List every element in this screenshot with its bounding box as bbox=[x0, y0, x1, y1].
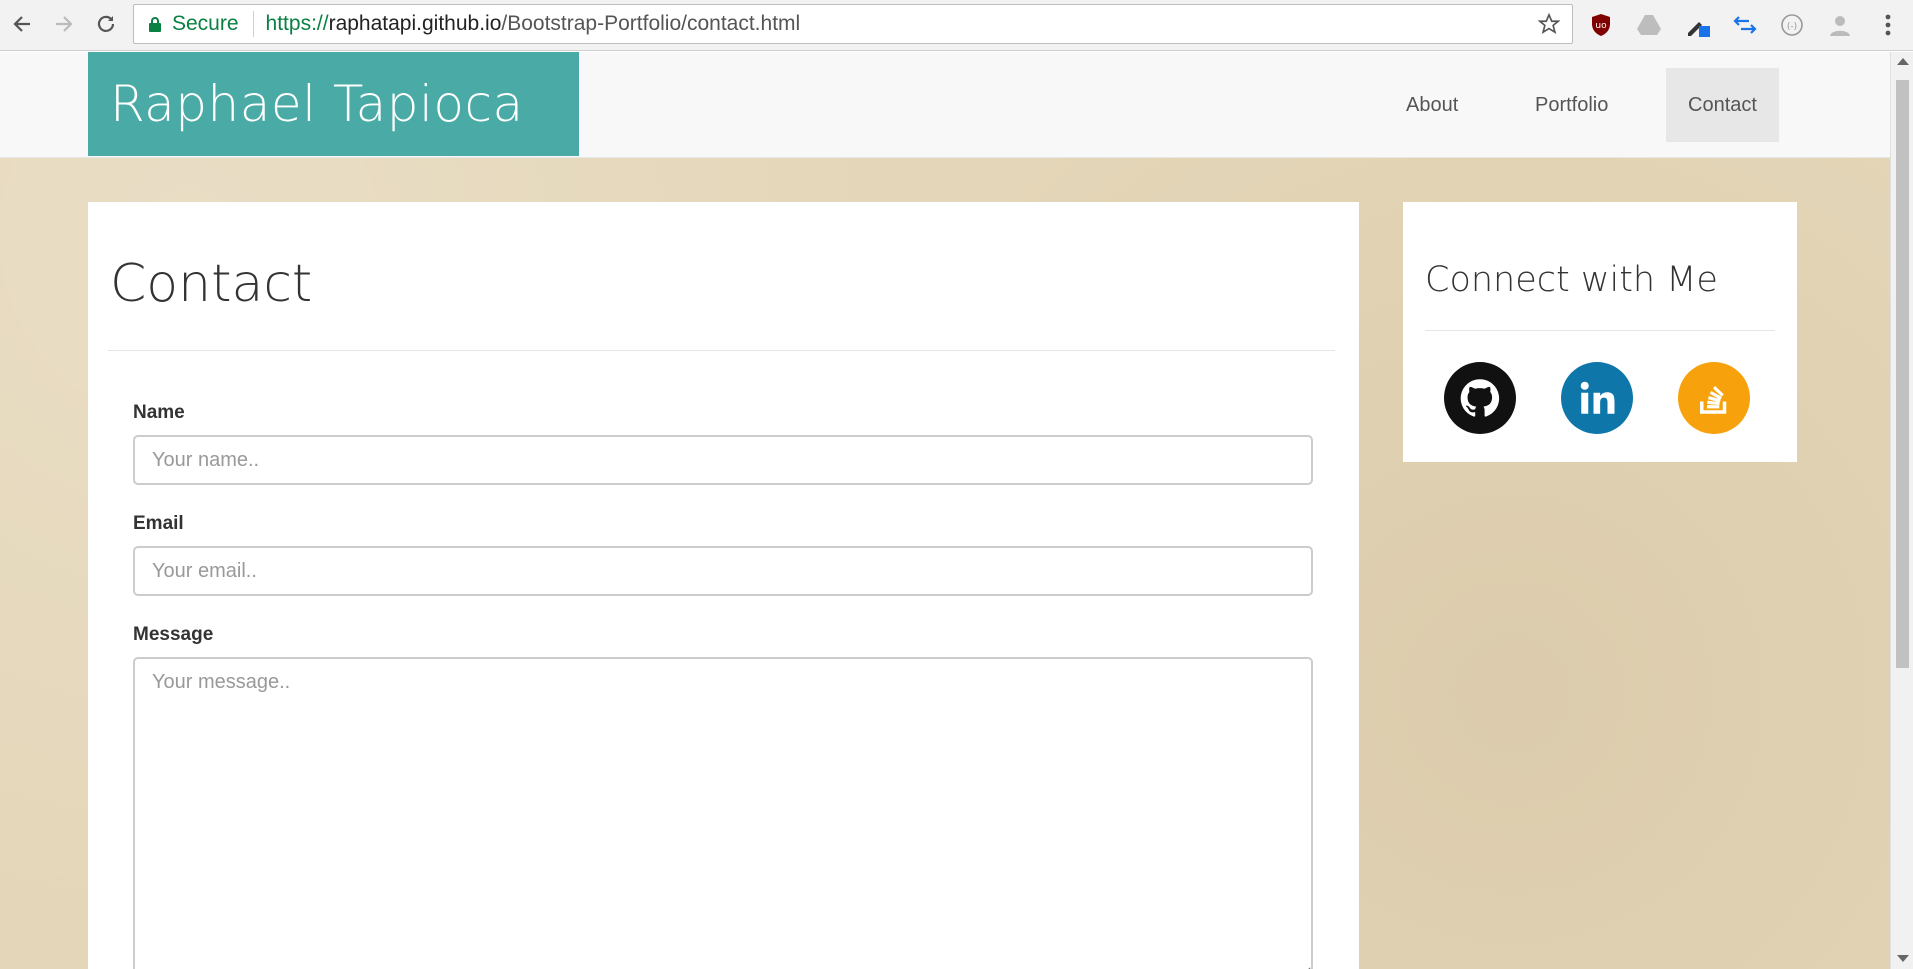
scroll-up-icon[interactable] bbox=[1897, 58, 1909, 65]
url-scheme: https:// bbox=[265, 12, 329, 35]
stackoverflow-icon[interactable] bbox=[1678, 362, 1750, 434]
nav-link-about[interactable]: About bbox=[1384, 68, 1480, 142]
back-icon[interactable] bbox=[8, 10, 36, 38]
url-path: /Bootstrap-Portfolio/contact.html bbox=[501, 12, 801, 35]
secure-label: Secure bbox=[172, 12, 239, 35]
connect-title: Connect with Me bbox=[1425, 260, 1718, 300]
lock-icon bbox=[148, 16, 162, 32]
name-field[interactable] bbox=[133, 435, 1313, 485]
name-label: Name bbox=[133, 402, 185, 423]
page-title: Contact bbox=[110, 254, 313, 314]
star-icon[interactable] bbox=[1536, 11, 1562, 37]
browser-toolbar: Secure https://raphatapi.github.io/Boots… bbox=[0, 0, 1913, 51]
arrows-icon[interactable] bbox=[1730, 10, 1760, 40]
brand-logo[interactable]: Raphael Tapioca bbox=[88, 52, 579, 156]
profile-icon[interactable] bbox=[1825, 10, 1855, 40]
email-label: Email bbox=[133, 513, 184, 534]
circle-ext-icon[interactable]: (-) bbox=[1777, 10, 1807, 40]
nav-link-contact[interactable]: Contact bbox=[1666, 68, 1779, 142]
connect-divider bbox=[1425, 330, 1775, 331]
github-icon[interactable] bbox=[1444, 362, 1516, 434]
forward-icon[interactable] bbox=[50, 10, 78, 38]
contact-panel: Contact Name Email Message bbox=[88, 202, 1359, 969]
linkedin-icon[interactable] bbox=[1561, 362, 1633, 434]
url-host: raphatapi.github.io bbox=[328, 12, 502, 35]
message-label: Message bbox=[133, 624, 214, 645]
title-divider bbox=[108, 350, 1335, 351]
page-viewport: Raphael Tapioca About Portfolio Contact … bbox=[0, 52, 1890, 969]
email-field[interactable] bbox=[133, 546, 1313, 596]
menu-icon[interactable] bbox=[1873, 10, 1903, 40]
omnibox-divider bbox=[252, 11, 254, 37]
reload-icon[interactable] bbox=[92, 10, 120, 38]
scroll-down-icon[interactable] bbox=[1897, 955, 1909, 962]
drive-icon[interactable] bbox=[1634, 10, 1664, 40]
svg-text:uo: uo bbox=[1595, 21, 1607, 31]
site-navbar: Raphael Tapioca About Portfolio Contact bbox=[0, 52, 1890, 158]
svg-text:(-): (-) bbox=[1787, 22, 1797, 32]
page-scrollbar[interactable] bbox=[1890, 52, 1913, 969]
message-field[interactable] bbox=[133, 657, 1313, 969]
address-bar[interactable]: Secure https://raphatapi.github.io/Boots… bbox=[133, 4, 1573, 44]
connect-panel: Connect with Me bbox=[1403, 202, 1797, 462]
ublock-icon[interactable]: uo bbox=[1586, 10, 1616, 40]
url-text: https://raphatapi.github.io/Bootstrap-Po… bbox=[266, 12, 801, 36]
scroll-thumb[interactable] bbox=[1896, 80, 1909, 668]
eyedropper-icon[interactable] bbox=[1683, 10, 1713, 40]
nav-link-portfolio[interactable]: Portfolio bbox=[1513, 68, 1630, 142]
